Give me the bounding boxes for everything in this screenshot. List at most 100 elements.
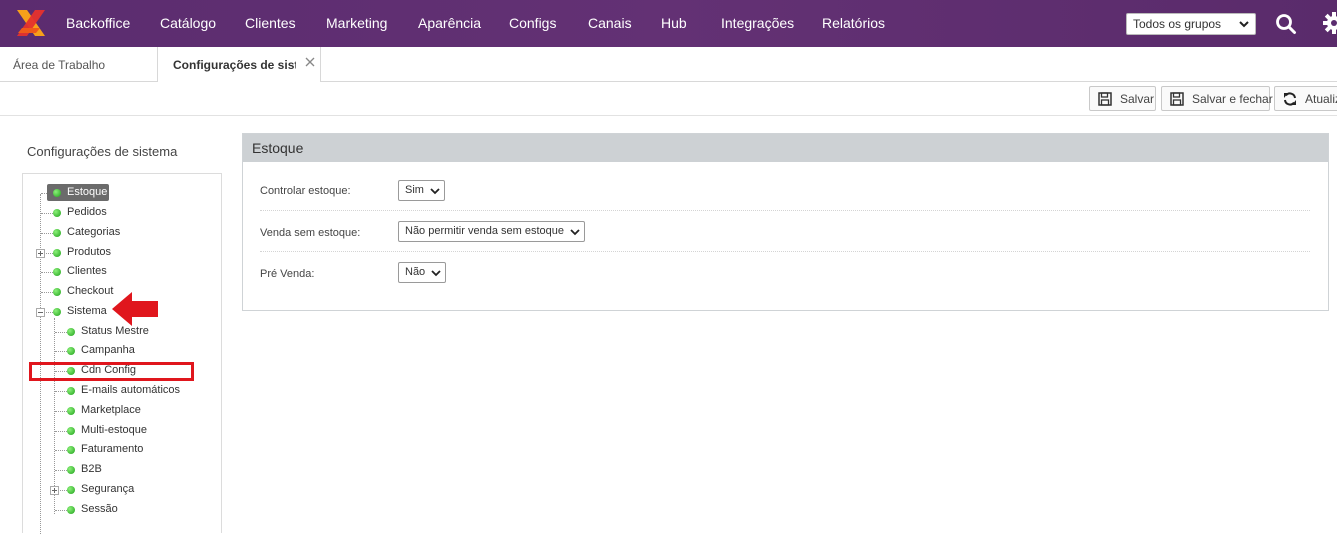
- toolbar: Salvar Salvar e fechar Atualizar: [0, 82, 1337, 116]
- nav-hub[interactable]: Hub: [661, 15, 687, 31]
- save-button[interactable]: Salvar: [1089, 86, 1156, 111]
- tab-label: Área de Trabalho: [13, 58, 105, 72]
- tree-item-label: Segurança: [81, 483, 134, 495]
- status-dot-icon: [67, 466, 75, 474]
- tree-item-faturamento[interactable]: Faturamento: [55, 441, 195, 459]
- chevron-down-icon: [431, 268, 441, 278]
- tree-item-label: Status Mestre: [81, 325, 149, 337]
- close-icon[interactable]: [304, 56, 316, 68]
- tree-item-label: Marketplace: [81, 404, 141, 416]
- pre-venda-select[interactable]: Não: [398, 262, 446, 283]
- save-button-label: Salvar: [1120, 92, 1154, 106]
- field-label: Venda sem estoque:: [260, 227, 360, 239]
- field-label: Pré Venda:: [260, 268, 314, 280]
- tree-connector: [55, 411, 67, 412]
- nav-backoffice[interactable]: Backoffice: [66, 15, 130, 31]
- tab-area-de-trabalho[interactable]: Área de Trabalho: [0, 47, 157, 82]
- group-select-value: Todos os grupos: [1133, 17, 1221, 31]
- nav-relatorios[interactable]: Relatórios: [822, 15, 885, 31]
- tree-item-label: Checkout: [67, 285, 113, 297]
- status-dot-icon: [67, 486, 75, 494]
- chevron-down-icon: [570, 227, 580, 237]
- form-row-pre-venda: Pré Venda: Não: [260, 252, 1310, 293]
- venda-sem-estoque-select[interactable]: Não permitir venda sem estoque: [398, 221, 585, 242]
- status-dot-icon: [67, 427, 75, 435]
- tree-item-label: B2B: [81, 463, 102, 475]
- tree-item-marketplace[interactable]: Marketplace: [55, 402, 195, 420]
- expand-icon[interactable]: [50, 486, 59, 495]
- tree-item-campanha[interactable]: Campanha: [55, 342, 195, 360]
- tab-configuracoes-de-sistema[interactable]: Configurações de sistema: [157, 47, 321, 83]
- annotation-highlight-box: [29, 362, 194, 381]
- refresh-icon: [1283, 92, 1297, 106]
- nav-integracoes[interactable]: Integrações: [721, 15, 794, 31]
- form-row-controlar-estoque: Controlar estoque: Sim: [260, 170, 1310, 211]
- status-dot-icon: [67, 407, 75, 415]
- nav-catalogo[interactable]: Catálogo: [160, 15, 216, 31]
- tree-item-label: Campanha: [81, 344, 135, 356]
- status-dot-icon: [67, 387, 75, 395]
- search-icon[interactable]: [1275, 13, 1297, 35]
- tree-connector: [41, 292, 53, 293]
- tree-item-label: Categorias: [67, 226, 120, 238]
- tree-connector: [55, 510, 67, 511]
- collapse-icon[interactable]: [36, 308, 45, 317]
- status-dot-icon: [53, 308, 61, 316]
- settings-tree: Estoque Pedidos Categorias Produtos Clie…: [22, 173, 222, 533]
- status-dot-icon: [53, 268, 61, 276]
- tree-item-emails-automaticos[interactable]: E-mails automáticos: [55, 382, 195, 400]
- tree-item-clientes[interactable]: Clientes: [41, 263, 161, 281]
- update-button[interactable]: Atualizar: [1274, 86, 1337, 111]
- expand-icon[interactable]: [36, 249, 45, 258]
- tree-item-produtos[interactable]: Produtos: [41, 244, 161, 262]
- nav-aparencia[interactable]: Aparência: [418, 15, 481, 31]
- save-and-close-button[interactable]: Salvar e fechar: [1161, 86, 1270, 111]
- tree-item-estoque[interactable]: Estoque: [41, 184, 161, 202]
- tree-item-seguranca[interactable]: Segurança: [55, 481, 195, 499]
- select-value: Não: [405, 266, 425, 278]
- save-and-close-label: Salvar e fechar: [1192, 92, 1273, 106]
- tree-item-pedidos[interactable]: Pedidos: [41, 204, 161, 222]
- tree-item-sessao[interactable]: Sessão: [55, 501, 195, 519]
- panel-title: Estoque: [243, 134, 1328, 162]
- tree-connector: [55, 431, 67, 432]
- status-dot-icon: [67, 446, 75, 454]
- tabs-bar: Área de Trabalho Configurações de sistem…: [0, 47, 1337, 82]
- controlar-estoque-select[interactable]: Sim: [398, 180, 445, 201]
- nav-canais[interactable]: Canais: [588, 15, 632, 31]
- tree-item-label: Clientes: [67, 265, 107, 277]
- nav-marketing[interactable]: Marketing: [326, 15, 387, 31]
- chevron-down-icon: [430, 186, 440, 196]
- tree-connector: [55, 351, 67, 352]
- form-row-venda-sem-estoque: Venda sem estoque: Não permitir venda se…: [260, 211, 1310, 252]
- tree-connector: [41, 213, 53, 214]
- tree-item-label: Estoque: [67, 186, 107, 198]
- gear-icon[interactable]: [1322, 11, 1337, 35]
- tree-item-b2b[interactable]: B2B: [55, 461, 195, 479]
- status-dot-icon: [53, 209, 61, 217]
- tree-item-label: E-mails automáticos: [81, 384, 180, 396]
- tree-connector: [55, 391, 67, 392]
- status-dot-icon: [67, 506, 75, 514]
- select-value: Não permitir venda sem estoque: [405, 225, 564, 237]
- tree-connector: [55, 450, 67, 451]
- status-dot-icon: [67, 347, 75, 355]
- group-select[interactable]: Todos os grupos: [1126, 13, 1256, 35]
- tree-item-label: Multi-estoque: [81, 424, 147, 436]
- tree-connector: [41, 233, 53, 234]
- tree-connector: [41, 272, 53, 273]
- select-value: Sim: [405, 184, 424, 196]
- sidebar-title: Configurações de sistema: [27, 144, 177, 159]
- field-label: Controlar estoque:: [260, 185, 351, 197]
- nav-configs[interactable]: Configs: [509, 15, 556, 31]
- tree-item-label: Sistema: [67, 305, 107, 317]
- tree-item-label: Pedidos: [67, 206, 107, 218]
- update-button-label: Atualizar: [1305, 92, 1337, 106]
- tree-item-multi-estoque[interactable]: Multi-estoque: [55, 422, 195, 440]
- brand-logo[interactable]: [14, 6, 48, 40]
- top-navbar: Backoffice Catálogo Clientes Marketing A…: [0, 0, 1337, 47]
- tree-item-categorias[interactable]: Categorias: [41, 224, 161, 242]
- status-dot-icon: [53, 249, 61, 257]
- nav-clientes[interactable]: Clientes: [245, 15, 296, 31]
- floppy-icon: [1170, 92, 1184, 106]
